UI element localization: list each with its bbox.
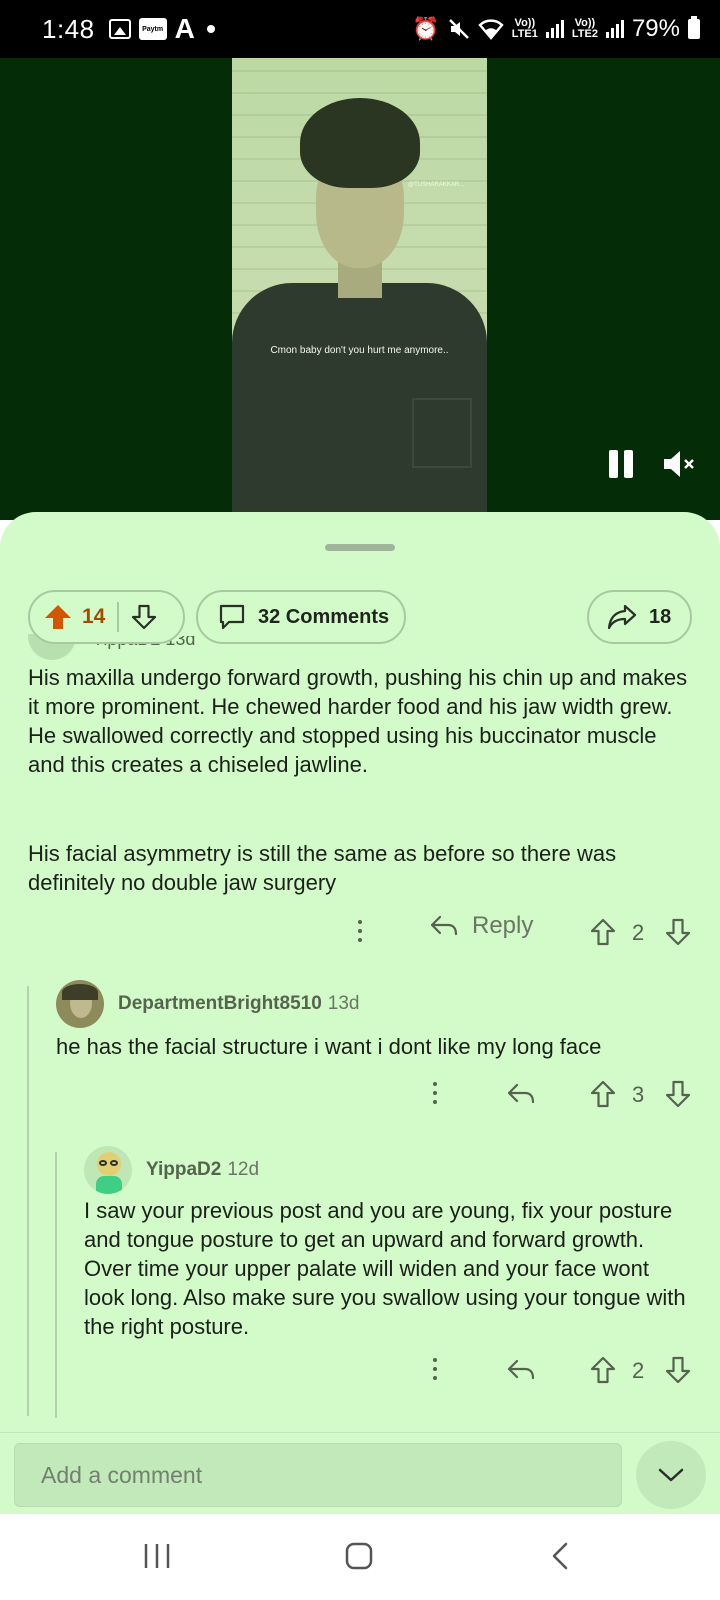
comment-time: 12d — [227, 1159, 260, 1180]
recents-icon[interactable] — [140, 1538, 174, 1574]
comment-body: I saw your previous post and you are you… — [84, 1198, 686, 1339]
upvote-icon[interactable] — [590, 918, 616, 946]
upvote-icon[interactable] — [590, 1356, 616, 1384]
system-nav-bar — [0, 1514, 720, 1600]
comments-count-label: 32 Comments — [258, 605, 390, 628]
reply-button[interactable]: Reply — [430, 912, 533, 940]
comments-sheet: 14 32 Comments 18 YippaD2 13d His maxill… — [0, 512, 720, 1512]
sheet-drag-handle[interactable] — [325, 544, 395, 551]
comment-score: 2 — [632, 1358, 645, 1383]
more-options-icon[interactable] — [432, 1358, 438, 1380]
battery-icon — [688, 16, 700, 39]
shirt-pocket — [412, 398, 472, 468]
comment-body: he has the facial structure i want i don… — [56, 1034, 602, 1059]
status-notification-icons: Paytm A — [108, 13, 215, 44]
video-person — [232, 98, 487, 512]
wifi-icon — [478, 19, 504, 40]
status-time: 1:48 — [42, 13, 95, 44]
person-hair — [300, 98, 420, 188]
collapse-button[interactable] — [636, 1441, 706, 1509]
more-options-icon[interactable] — [432, 1082, 438, 1104]
comment-score: 3 — [632, 1082, 645, 1107]
comment-time: 13d — [327, 993, 360, 1014]
status-bar: 1:48 Paytm A ⏰ Vo)) LTE1 Vo)) LTE2 79% — [0, 0, 720, 58]
a-app-icon: A — [174, 13, 195, 44]
comment-composer — [0, 1432, 720, 1514]
add-comment-input[interactable] — [14, 1443, 622, 1507]
upvote-count: 14 — [82, 605, 106, 628]
comment-author[interactable]: DepartmentBright8510 13d — [118, 993, 359, 1015]
comment-bubble-icon — [219, 604, 245, 630]
upvote-icon[interactable] — [590, 1080, 616, 1108]
comment-author-row: DepartmentBright8510 13d — [56, 980, 359, 1028]
share-count: 18 — [649, 605, 672, 628]
signal-lte2-label: Vo)) LTE2 — [571, 17, 598, 40]
share-icon — [607, 604, 637, 630]
downvote-icon[interactable] — [665, 1356, 691, 1384]
vote-pill: 14 — [28, 590, 185, 644]
back-icon[interactable] — [548, 1538, 572, 1574]
downvote-icon[interactable] — [665, 918, 691, 946]
more-options-icon[interactable] — [357, 920, 363, 942]
signal-lte2-icon — [605, 20, 624, 38]
signal-lte1-icon — [545, 20, 564, 38]
thread-indent-line[interactable] — [27, 986, 29, 1416]
reply-arrow-icon[interactable] — [507, 1358, 535, 1382]
mute-icon — [448, 19, 469, 39]
signal-lte1-label: Vo)) LTE1 — [511, 17, 538, 40]
battery-percent: 79% — [631, 15, 680, 42]
home-icon[interactable] — [343, 1538, 375, 1574]
video-watermark: @TUSHARAKKAR... — [408, 182, 465, 188]
upvote-icon[interactable] — [44, 603, 72, 631]
share-button[interactable]: 18 — [587, 590, 692, 644]
avatar[interactable] — [84, 1146, 132, 1194]
comment-score: 2 — [632, 920, 645, 945]
video-caption: Cmon baby don't you hurt me anymore.. — [270, 345, 449, 356]
reply-label: Reply — [472, 912, 534, 939]
comments-button[interactable]: 32 Comments — [196, 590, 406, 644]
vote-divider — [117, 602, 120, 632]
video-frame: @TUSHARAKKAR... Cmon baby don't you hurt… — [232, 58, 487, 512]
pause-icon[interactable] — [609, 450, 635, 478]
downvote-icon[interactable] — [665, 1080, 691, 1108]
alarm-icon: ⏰ — [412, 16, 440, 41]
comment-body-paragraph-2: His facial asymmetry is still the same a… — [28, 841, 617, 895]
chevron-down-icon — [658, 1468, 684, 1482]
reply-arrow-icon — [430, 915, 458, 936]
status-system-icons: ⏰ Vo)) LTE1 Vo)) LTE2 79% — [412, 15, 700, 43]
paytm-icon: Paytm — [138, 18, 167, 40]
downvote-icon[interactable] — [131, 604, 157, 630]
comment-thread: YippaD2 13d His maxilla undergo forward … — [0, 634, 720, 1418]
comment-author-row: YippaD2 12d — [84, 1146, 259, 1194]
video-player[interactable]: @TUSHARAKKAR... Cmon baby don't you hurt… — [0, 58, 720, 520]
dot-icon — [206, 25, 215, 33]
post-action-bar: 14 32 Comments 18 — [28, 590, 692, 644]
comment-author[interactable]: YippaD2 12d — [146, 1159, 259, 1181]
avatar[interactable] — [56, 980, 104, 1028]
volume-muted-icon[interactable] — [662, 448, 696, 480]
reply-arrow-icon[interactable] — [507, 1082, 535, 1106]
comment-body: His maxilla undergo forward growth, push… — [28, 665, 688, 777]
thread-indent-line[interactable] — [55, 1152, 57, 1418]
gallery-icon — [108, 19, 131, 39]
